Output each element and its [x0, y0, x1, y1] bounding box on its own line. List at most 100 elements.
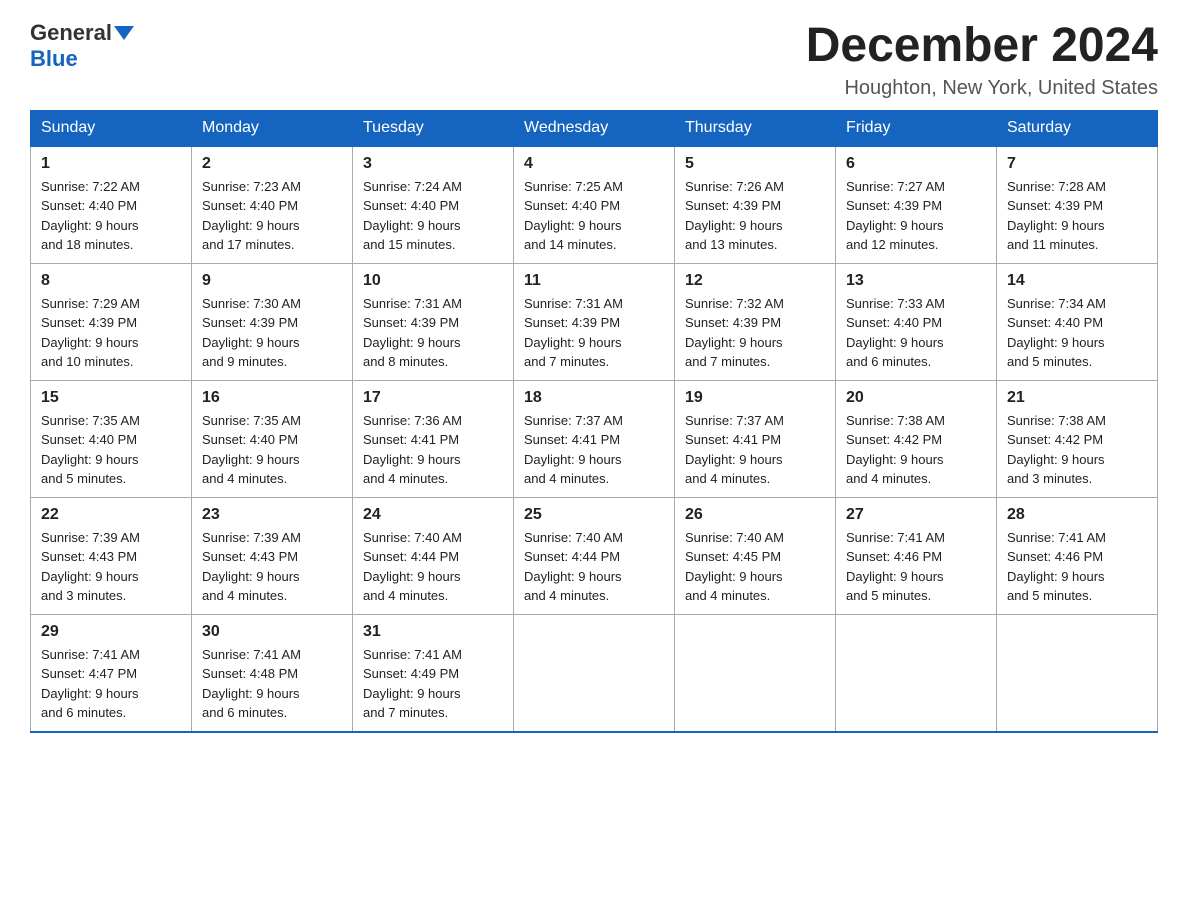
day-info: Sunrise: 7:41 AM Sunset: 4:49 PM Dayligh… — [363, 645, 503, 723]
table-row: 25 Sunrise: 7:40 AM Sunset: 4:44 PM Dayl… — [514, 497, 675, 614]
table-row: 26 Sunrise: 7:40 AM Sunset: 4:45 PM Dayl… — [675, 497, 836, 614]
header-wednesday: Wednesday — [514, 110, 675, 146]
table-row: 29 Sunrise: 7:41 AM Sunset: 4:47 PM Dayl… — [31, 614, 192, 732]
table-row: 15 Sunrise: 7:35 AM Sunset: 4:40 PM Dayl… — [31, 380, 192, 497]
day-number: 18 — [524, 389, 664, 407]
table-row — [514, 614, 675, 732]
table-row: 27 Sunrise: 7:41 AM Sunset: 4:46 PM Dayl… — [836, 497, 997, 614]
table-row: 7 Sunrise: 7:28 AM Sunset: 4:39 PM Dayli… — [997, 146, 1158, 264]
logo: General Blue — [30, 20, 136, 72]
table-row: 12 Sunrise: 7:32 AM Sunset: 4:39 PM Dayl… — [675, 263, 836, 380]
day-number: 31 — [363, 623, 503, 641]
day-number: 19 — [685, 389, 825, 407]
calendar-row: 8 Sunrise: 7:29 AM Sunset: 4:39 PM Dayli… — [31, 263, 1158, 380]
header-row: Sunday Monday Tuesday Wednesday Thursday… — [31, 110, 1158, 146]
day-number: 20 — [846, 389, 986, 407]
day-info: Sunrise: 7:33 AM Sunset: 4:40 PM Dayligh… — [846, 294, 986, 372]
day-info: Sunrise: 7:35 AM Sunset: 4:40 PM Dayligh… — [41, 411, 181, 489]
day-number: 12 — [685, 272, 825, 290]
table-row: 14 Sunrise: 7:34 AM Sunset: 4:40 PM Dayl… — [997, 263, 1158, 380]
header-monday: Monday — [192, 110, 353, 146]
day-info: Sunrise: 7:23 AM Sunset: 4:40 PM Dayligh… — [202, 177, 342, 255]
day-info: Sunrise: 7:31 AM Sunset: 4:39 PM Dayligh… — [524, 294, 664, 372]
day-info: Sunrise: 7:40 AM Sunset: 4:44 PM Dayligh… — [363, 528, 503, 606]
day-number: 24 — [363, 506, 503, 524]
day-number: 30 — [202, 623, 342, 641]
logo-general-text: General — [30, 20, 112, 46]
day-number: 27 — [846, 506, 986, 524]
table-row: 8 Sunrise: 7:29 AM Sunset: 4:39 PM Dayli… — [31, 263, 192, 380]
day-number: 16 — [202, 389, 342, 407]
day-number: 15 — [41, 389, 181, 407]
day-info: Sunrise: 7:27 AM Sunset: 4:39 PM Dayligh… — [846, 177, 986, 255]
day-info: Sunrise: 7:41 AM Sunset: 4:46 PM Dayligh… — [846, 528, 986, 606]
day-info: Sunrise: 7:36 AM Sunset: 4:41 PM Dayligh… — [363, 411, 503, 489]
table-row: 11 Sunrise: 7:31 AM Sunset: 4:39 PM Dayl… — [514, 263, 675, 380]
calendar-table: Sunday Monday Tuesday Wednesday Thursday… — [30, 110, 1158, 733]
day-info: Sunrise: 7:31 AM Sunset: 4:39 PM Dayligh… — [363, 294, 503, 372]
day-number: 21 — [1007, 389, 1147, 407]
day-number: 8 — [41, 272, 181, 290]
title-section: December 2024 Houghton, New York, United… — [806, 20, 1158, 100]
day-number: 28 — [1007, 506, 1147, 524]
table-row: 31 Sunrise: 7:41 AM Sunset: 4:49 PM Dayl… — [353, 614, 514, 732]
day-number: 7 — [1007, 155, 1147, 173]
table-row: 20 Sunrise: 7:38 AM Sunset: 4:42 PM Dayl… — [836, 380, 997, 497]
calendar-row: 15 Sunrise: 7:35 AM Sunset: 4:40 PM Dayl… — [31, 380, 1158, 497]
day-number: 1 — [41, 155, 181, 173]
table-row: 3 Sunrise: 7:24 AM Sunset: 4:40 PM Dayli… — [353, 146, 514, 264]
month-title: December 2024 — [806, 20, 1158, 73]
day-number: 13 — [846, 272, 986, 290]
page-header: General Blue December 2024 Houghton, New… — [30, 20, 1158, 100]
table-row: 24 Sunrise: 7:40 AM Sunset: 4:44 PM Dayl… — [353, 497, 514, 614]
header-sunday: Sunday — [31, 110, 192, 146]
table-row — [836, 614, 997, 732]
header-thursday: Thursday — [675, 110, 836, 146]
day-info: Sunrise: 7:32 AM Sunset: 4:39 PM Dayligh… — [685, 294, 825, 372]
day-info: Sunrise: 7:24 AM Sunset: 4:40 PM Dayligh… — [363, 177, 503, 255]
logo-arrow-icon — [114, 26, 134, 40]
table-row: 5 Sunrise: 7:26 AM Sunset: 4:39 PM Dayli… — [675, 146, 836, 264]
day-info: Sunrise: 7:28 AM Sunset: 4:39 PM Dayligh… — [1007, 177, 1147, 255]
day-info: Sunrise: 7:41 AM Sunset: 4:47 PM Dayligh… — [41, 645, 181, 723]
table-row: 2 Sunrise: 7:23 AM Sunset: 4:40 PM Dayli… — [192, 146, 353, 264]
day-info: Sunrise: 7:39 AM Sunset: 4:43 PM Dayligh… — [202, 528, 342, 606]
day-number: 26 — [685, 506, 825, 524]
day-info: Sunrise: 7:39 AM Sunset: 4:43 PM Dayligh… — [41, 528, 181, 606]
table-row: 28 Sunrise: 7:41 AM Sunset: 4:46 PM Dayl… — [997, 497, 1158, 614]
day-info: Sunrise: 7:25 AM Sunset: 4:40 PM Dayligh… — [524, 177, 664, 255]
table-row: 13 Sunrise: 7:33 AM Sunset: 4:40 PM Dayl… — [836, 263, 997, 380]
table-row: 16 Sunrise: 7:35 AM Sunset: 4:40 PM Dayl… — [192, 380, 353, 497]
table-row: 23 Sunrise: 7:39 AM Sunset: 4:43 PM Dayl… — [192, 497, 353, 614]
table-row: 22 Sunrise: 7:39 AM Sunset: 4:43 PM Dayl… — [31, 497, 192, 614]
header-saturday: Saturday — [997, 110, 1158, 146]
day-number: 6 — [846, 155, 986, 173]
day-info: Sunrise: 7:41 AM Sunset: 4:46 PM Dayligh… — [1007, 528, 1147, 606]
day-number: 3 — [363, 155, 503, 173]
day-info: Sunrise: 7:38 AM Sunset: 4:42 PM Dayligh… — [846, 411, 986, 489]
day-info: Sunrise: 7:34 AM Sunset: 4:40 PM Dayligh… — [1007, 294, 1147, 372]
day-number: 25 — [524, 506, 664, 524]
table-row: 6 Sunrise: 7:27 AM Sunset: 4:39 PM Dayli… — [836, 146, 997, 264]
day-number: 5 — [685, 155, 825, 173]
day-number: 23 — [202, 506, 342, 524]
day-number: 2 — [202, 155, 342, 173]
table-row: 18 Sunrise: 7:37 AM Sunset: 4:41 PM Dayl… — [514, 380, 675, 497]
day-info: Sunrise: 7:37 AM Sunset: 4:41 PM Dayligh… — [685, 411, 825, 489]
table-row: 21 Sunrise: 7:38 AM Sunset: 4:42 PM Dayl… — [997, 380, 1158, 497]
day-number: 11 — [524, 272, 664, 290]
day-number: 22 — [41, 506, 181, 524]
logo-blue-text: Blue — [30, 46, 78, 71]
table-row: 10 Sunrise: 7:31 AM Sunset: 4:39 PM Dayl… — [353, 263, 514, 380]
location-subtitle: Houghton, New York, United States — [806, 77, 1158, 100]
day-info: Sunrise: 7:40 AM Sunset: 4:44 PM Dayligh… — [524, 528, 664, 606]
day-info: Sunrise: 7:35 AM Sunset: 4:40 PM Dayligh… — [202, 411, 342, 489]
day-info: Sunrise: 7:38 AM Sunset: 4:42 PM Dayligh… — [1007, 411, 1147, 489]
day-number: 17 — [363, 389, 503, 407]
table-row: 19 Sunrise: 7:37 AM Sunset: 4:41 PM Dayl… — [675, 380, 836, 497]
day-info: Sunrise: 7:41 AM Sunset: 4:48 PM Dayligh… — [202, 645, 342, 723]
calendar-row: 29 Sunrise: 7:41 AM Sunset: 4:47 PM Dayl… — [31, 614, 1158, 732]
day-info: Sunrise: 7:40 AM Sunset: 4:45 PM Dayligh… — [685, 528, 825, 606]
day-number: 14 — [1007, 272, 1147, 290]
day-number: 29 — [41, 623, 181, 641]
